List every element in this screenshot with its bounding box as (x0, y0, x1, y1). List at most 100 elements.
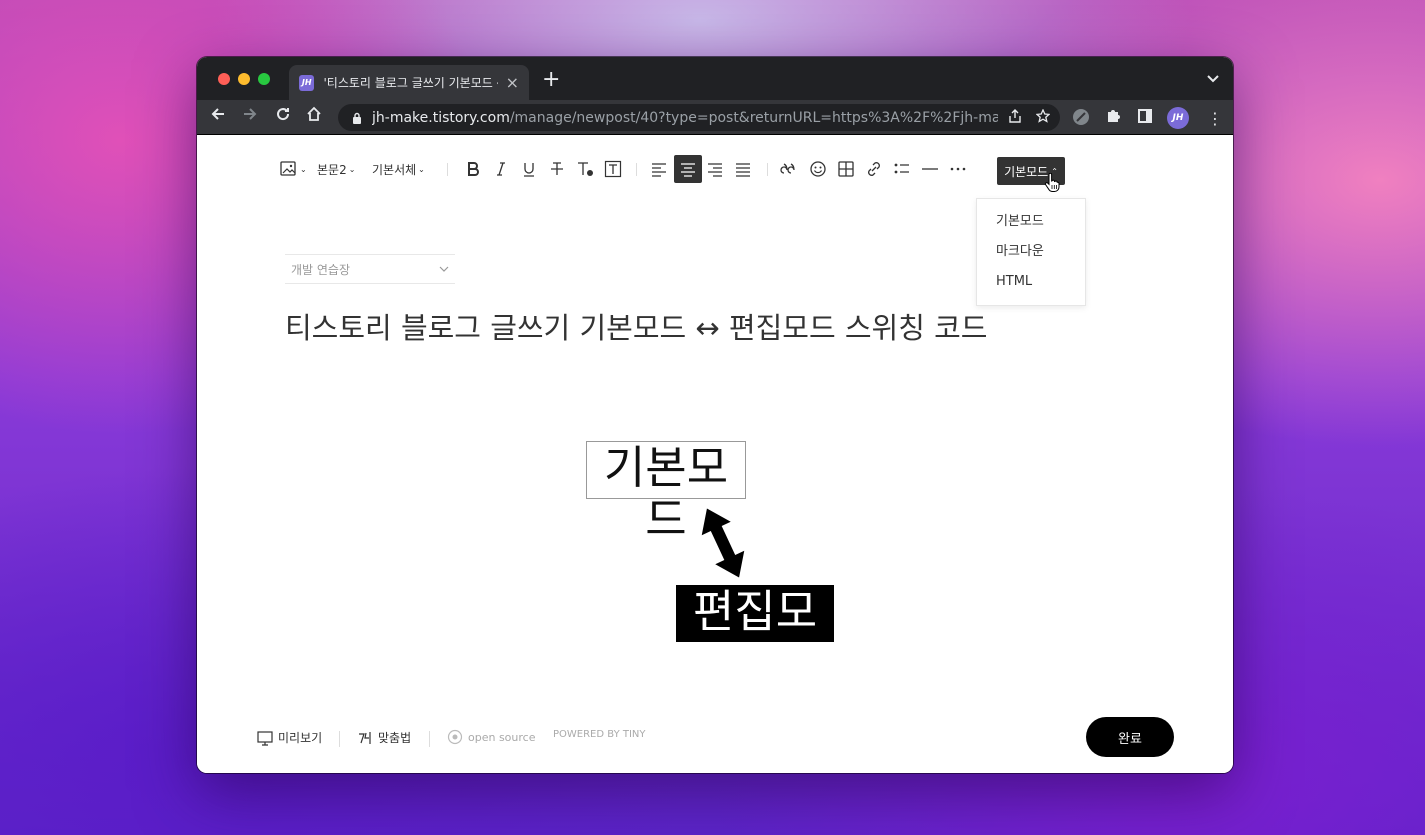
editor-footer: 미리보기 맞춤법 open source POWERED BY TINY (197, 715, 1233, 761)
paragraph-style-label: 본문2 (317, 162, 347, 177)
reload-icon[interactable] (272, 106, 294, 128)
bookmark-star-icon[interactable] (1035, 107, 1051, 127)
url-host: jh-make.tistory.com (372, 109, 510, 126)
close-window-button[interactable] (218, 73, 230, 85)
align-justify-button[interactable] (733, 155, 753, 183)
footer-divider (429, 731, 430, 747)
italic-button[interactable] (491, 155, 511, 183)
open-source-icon (447, 729, 463, 745)
forward-arrow-icon[interactable] (239, 106, 261, 128)
bold-icon (468, 162, 479, 176)
smiley-icon (810, 161, 826, 177)
align-right-icon (708, 163, 722, 177)
open-source-link[interactable]: open source (447, 729, 535, 745)
browser-tab-active[interactable]: JH '티스토리 블로그 글쓰기 기본모드 ↔ × (289, 65, 529, 100)
chevron-down-icon (439, 266, 449, 272)
align-left-button[interactable] (649, 155, 669, 183)
editor-page: ⌄ 본문2 ⌄ 기본서체 ⌄ 기본모드 ⌃ 기본모드 마크다운 HTML 개발 … (197, 135, 1233, 773)
tab-favicon-icon: JH (299, 74, 315, 91)
double-arrow-icon (701, 508, 745, 578)
back-arrow-icon[interactable] (207, 106, 229, 128)
share-icon[interactable] (1008, 108, 1022, 127)
font-select[interactable]: 기본서체 ⌄ (372, 155, 425, 183)
spellcheck-button[interactable]: 맞춤법 (357, 729, 411, 746)
align-right-button[interactable] (705, 155, 725, 183)
align-justify-icon (736, 163, 750, 177)
table-button[interactable] (836, 155, 856, 183)
emoticon-button[interactable] (808, 155, 828, 183)
side-panel-icon[interactable] (1135, 108, 1155, 128)
edit-mode-image[interactable]: 편집모드 (676, 585, 834, 692)
underline-button[interactable] (519, 155, 539, 183)
home-icon[interactable] (303, 106, 325, 128)
browser-toolbar: jh-make.tistory.com/manage/newpost/40?ty… (197, 100, 1233, 135)
url-path: /manage/newpost/40?type=post&returnURL=h… (509, 109, 998, 126)
profile-avatar[interactable]: JH (1167, 107, 1189, 129)
link-button[interactable] (864, 155, 884, 183)
bold-button[interactable] (463, 155, 483, 183)
tab-search-chevron-icon[interactable] (1207, 72, 1219, 86)
basic-mode-image[interactable]: 기본모드 (586, 441, 746, 546)
bullet-list-icon (894, 163, 909, 174)
align-left-icon (652, 163, 666, 177)
powered-by-label: POWERED BY TINY (553, 729, 646, 740)
toolbar-divider (767, 163, 768, 176)
strikethrough-icon (551, 162, 563, 175)
link-icon (868, 162, 880, 176)
bullet-list-button[interactable] (892, 155, 912, 183)
underline-icon (524, 163, 534, 177)
maximize-window-button[interactable] (258, 73, 270, 85)
powered-by-link[interactable]: POWERED BY TINY (553, 729, 646, 740)
text-background-icon (604, 160, 622, 178)
spellcheck-icon (359, 731, 371, 744)
font-label: 기본서체 (372, 162, 417, 177)
address-bar[interactable]: jh-make.tistory.com/manage/newpost/40?ty… (338, 104, 1060, 131)
paragraph-style-select[interactable]: 본문2 ⌄ (317, 155, 355, 183)
table-icon (838, 161, 854, 177)
done-button[interactable]: 완료 (1086, 717, 1174, 757)
quote-button[interactable] (780, 155, 800, 183)
lock-icon (353, 112, 361, 124)
browser-window: JH '티스토리 블로그 글쓰기 기본모드 ↔ × + jh-make.tist… (197, 57, 1233, 773)
url-text: jh-make.tistory.com/manage/newpost/40?ty… (372, 110, 998, 126)
category-label: 개발 연습장 (291, 262, 351, 277)
quote-icon (780, 163, 795, 174)
insert-image-button[interactable]: ⌄ (279, 155, 307, 183)
align-center-icon (681, 163, 695, 177)
more-dots-icon (950, 167, 966, 171)
toolbar-divider (447, 163, 448, 176)
hand-cursor-icon (1044, 173, 1060, 192)
post-title-input[interactable]: 티스토리 블로그 글쓰기 기본모드 ↔ 편집모드 스위칭 코드 (285, 305, 987, 347)
text-color-button[interactable] (575, 155, 595, 183)
footer-divider (339, 731, 340, 747)
minimize-window-button[interactable] (238, 73, 250, 85)
tab-bar: JH '티스토리 블로그 글쓰기 기본모드 ↔ × + (197, 57, 1233, 100)
browser-menu-icon[interactable]: ⋮ (1207, 109, 1223, 128)
align-center-button[interactable] (674, 155, 702, 183)
tab-title: '티스토리 블로그 글쓰기 기본모드 ↔ (323, 76, 498, 90)
editor-toolbar: ⌄ 본문2 ⌄ 기본서체 ⌄ (279, 155, 1079, 187)
italic-icon (497, 162, 505, 176)
horizontal-rule-button[interactable] (920, 155, 940, 183)
strikethrough-button[interactable] (547, 155, 567, 183)
new-tab-icon[interactable]: + (542, 69, 560, 91)
preview-label: 미리보기 (278, 731, 323, 745)
editor-mode-label: 기본모드 (1004, 164, 1049, 179)
puzzle-extensions-icon[interactable] (1103, 108, 1123, 128)
more-options-button[interactable] (948, 155, 968, 183)
mode-option-basic[interactable]: 기본모드 (977, 211, 1085, 241)
horizontal-line-icon (922, 168, 938, 170)
category-select[interactable]: 개발 연습장 (285, 254, 455, 284)
mode-option-markdown[interactable]: 마크다운 (977, 241, 1085, 271)
mode-option-html[interactable]: HTML (977, 271, 1085, 301)
extension-icon[interactable] (1071, 108, 1091, 128)
text-background-button[interactable] (603, 155, 623, 183)
preview-button[interactable]: 미리보기 (257, 729, 322, 746)
spellcheck-label: 맞춤법 (378, 731, 412, 745)
editor-mode-menu: 기본모드 마크다운 HTML (976, 198, 1086, 306)
toolbar-divider (636, 163, 637, 176)
monitor-icon (257, 730, 273, 746)
tab-close-icon[interactable]: × (506, 74, 519, 91)
image-icon (280, 161, 296, 176)
open-source-label: open source (468, 730, 536, 744)
